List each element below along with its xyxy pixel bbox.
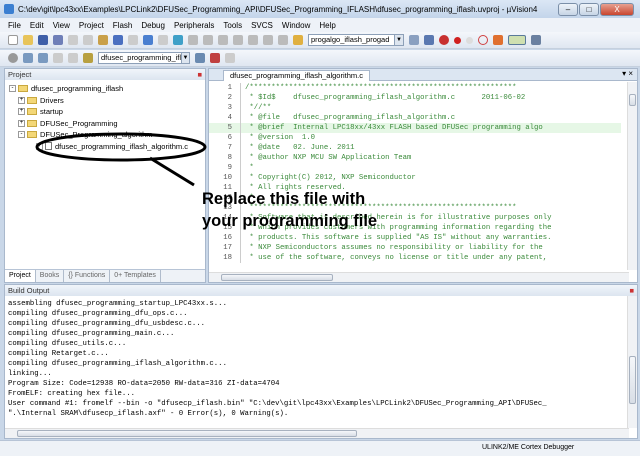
output-line: FromELF: creating hex file...: [8, 390, 135, 398]
output-line: assembling dfusec_programming_startup_LP…: [8, 300, 227, 308]
output-line: compiling dfusec_utils.c...: [8, 340, 127, 348]
build-vertical-scrollbar[interactable]: [627, 296, 637, 428]
highlight-ellipse: [35, 132, 207, 162]
build-output-panel: Build Output ■ assembling dfusec_program…: [4, 284, 638, 439]
status-bar: ULINK2/ME Cortex Debugger: [0, 440, 640, 456]
callout-text: Replace this file with your programming …: [202, 190, 378, 230]
output-line: compiling dfusec_programming_main.c...: [8, 330, 175, 338]
output-line: compiling Retarget.c...: [8, 350, 109, 358]
output-line: compiling dfusec_programming_dfu_ops.c..…: [8, 310, 188, 318]
build-horizontal-scrollbar[interactable]: [5, 428, 629, 438]
build-output-text[interactable]: assembling dfusec_programming_startup_LP…: [5, 296, 637, 419]
output-line: compiling dfusec_programming_dfu_usbdesc…: [8, 320, 206, 328]
debugger-status: ULINK2/ME Cortex Debugger: [482, 444, 575, 451]
output-line: Program Size: Code=12938 RO-data=2050 RW…: [8, 380, 280, 388]
output-line: linking...: [8, 370, 52, 378]
build-output-header: Build Output ■: [5, 285, 637, 296]
output-line: User command #1: fromelf --bin -o "dfuse…: [8, 400, 547, 408]
callout-pointer: [149, 156, 195, 187]
output-line: ".\Internal SRAM\dfusecp_iflash.axf" - 0…: [8, 410, 289, 418]
panel-close-icon[interactable]: ■: [629, 285, 637, 296]
output-line: compiling dfusec_programming_iflash_algo…: [8, 360, 227, 368]
